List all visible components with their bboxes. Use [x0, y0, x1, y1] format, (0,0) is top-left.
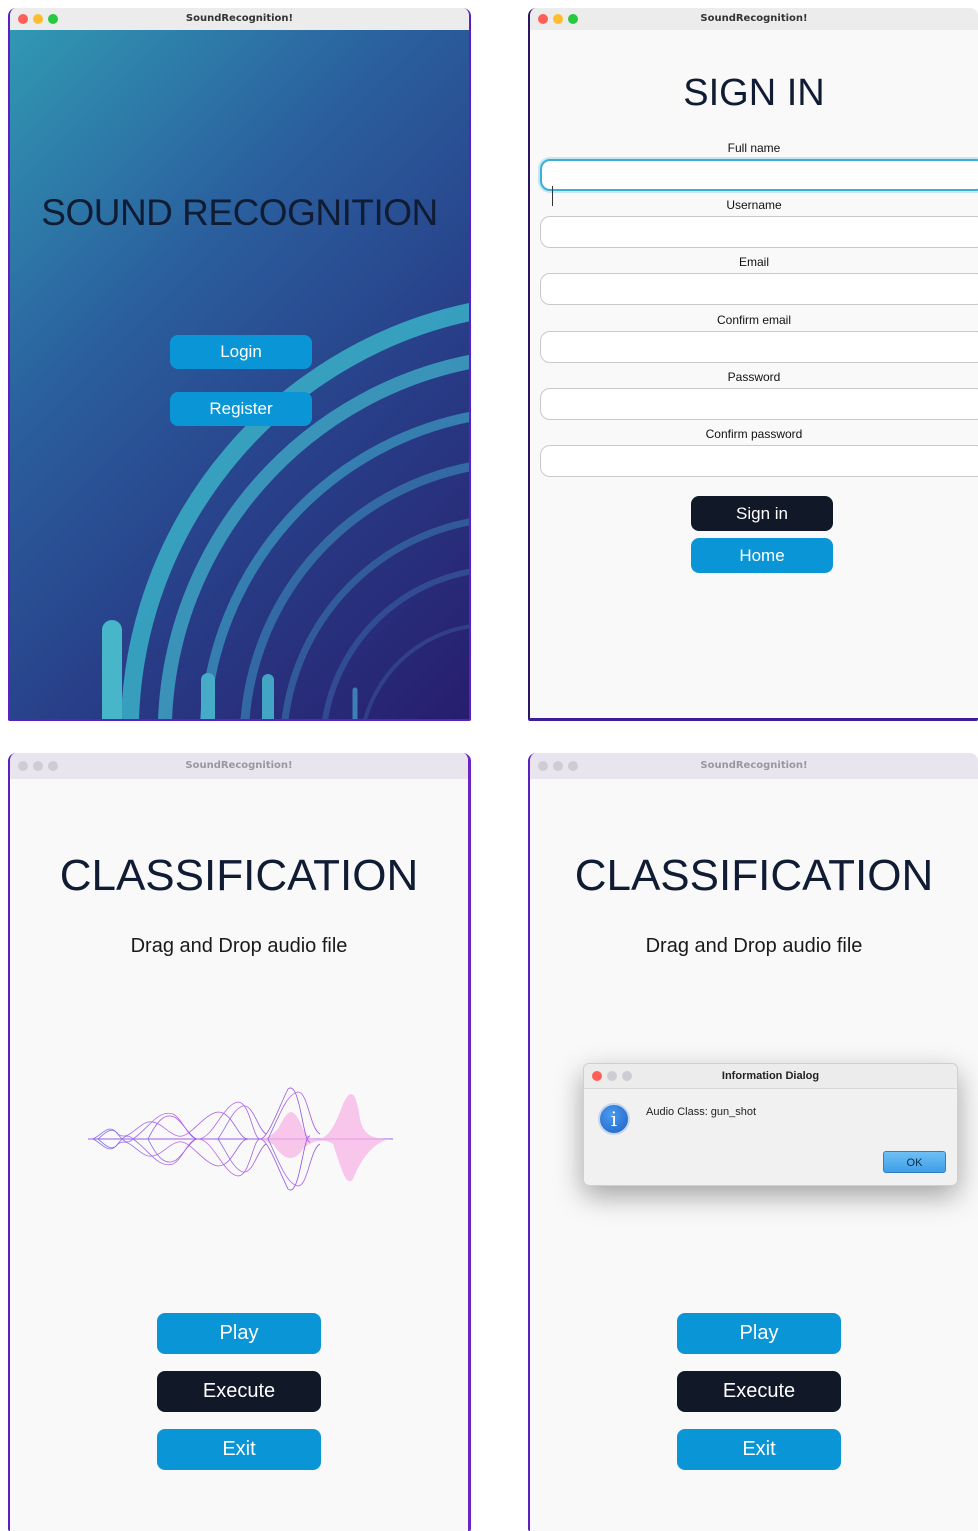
- drop-zone-label: Drag and Drop audio file: [130, 935, 348, 957]
- minimize-window-button[interactable]: [33, 761, 43, 771]
- window-controls: [538, 761, 583, 771]
- titlebar[interactable]: SoundRecognition!: [530, 8, 978, 31]
- email-field[interactable]: [540, 273, 978, 305]
- minimize-dialog-button: [607, 1071, 617, 1081]
- execute-button[interactable]: Execute: [677, 1371, 841, 1412]
- zoom-window-button[interactable]: [568, 14, 578, 24]
- password-label: Password: [727, 370, 781, 384]
- minimize-window-button[interactable]: [33, 14, 43, 24]
- minimize-window-button[interactable]: [553, 14, 563, 24]
- email-label: Email: [738, 255, 769, 269]
- dialog-titlebar[interactable]: Information Dialog: [584, 1064, 957, 1089]
- zoom-dialog-button: [622, 1071, 632, 1081]
- exit-button[interactable]: Exit: [677, 1429, 841, 1470]
- confirm-password-field[interactable]: [540, 445, 978, 477]
- welcome-content: SOUND RECOGNITION Login Register: [10, 30, 469, 719]
- classification-window: SoundRecognition! CLASSIFICATION Drag an…: [8, 753, 471, 1531]
- zoom-window-button[interactable]: [48, 14, 58, 24]
- window-title: SoundRecognition!: [700, 13, 808, 24]
- full-name-label: Full name: [727, 141, 781, 155]
- close-dialog-button[interactable]: [592, 1071, 602, 1081]
- window-title: SoundRecognition!: [700, 760, 808, 771]
- dialog-window-controls: [592, 1071, 637, 1081]
- window-controls: [538, 14, 583, 24]
- drop-zone-label: Drag and Drop audio file: [645, 935, 863, 957]
- zoom-window-button[interactable]: [568, 761, 578, 771]
- confirm-email-field[interactable]: [540, 331, 978, 363]
- execute-button[interactable]: Execute: [157, 1371, 321, 1412]
- close-window-button[interactable]: [18, 761, 28, 771]
- information-dialog: Information Dialog i Audio Class: gun_sh…: [583, 1063, 958, 1186]
- classification-content: CLASSIFICATION Drag and Drop audio file: [10, 779, 468, 1531]
- password-field[interactable]: [540, 388, 978, 420]
- page-title: CLASSIFICATION: [574, 851, 934, 900]
- confirm-email-label: Confirm email: [716, 313, 791, 327]
- page-title: CLASSIFICATION: [59, 851, 419, 900]
- window-controls: [18, 761, 63, 771]
- info-icon: i: [598, 1103, 630, 1135]
- close-window-button[interactable]: [538, 761, 548, 771]
- close-window-button[interactable]: [18, 14, 28, 24]
- signin-content: SIGN IN Full name Username Email Confirm…: [530, 30, 978, 718]
- username-field[interactable]: [540, 216, 978, 248]
- window-title: SoundRecognition!: [185, 760, 293, 771]
- play-button[interactable]: Play: [677, 1313, 841, 1354]
- titlebar[interactable]: SoundRecognition!: [10, 753, 468, 780]
- app-heading: SOUND RECOGNITION: [41, 192, 438, 233]
- welcome-window: SoundRecognition! SOUND RECOGNITION Logi…: [8, 8, 471, 721]
- sound-waves-background: [102, 303, 469, 719]
- username-label: Username: [726, 198, 782, 212]
- waveform-image: [88, 1087, 393, 1191]
- confirm-password-label: Confirm password: [705, 427, 803, 441]
- full-name-field[interactable]: [540, 159, 978, 191]
- play-button[interactable]: Play: [157, 1313, 321, 1354]
- dialog-title: Information Dialog: [721, 1070, 820, 1082]
- page-title: SIGN IN: [683, 72, 825, 114]
- dialog-message: Audio Class: gun_shot: [646, 1106, 757, 1118]
- home-button[interactable]: Home: [691, 538, 833, 573]
- minimize-window-button[interactable]: [553, 761, 563, 771]
- titlebar[interactable]: SoundRecognition!: [530, 753, 978, 780]
- window-title: SoundRecognition!: [185, 13, 294, 24]
- login-button[interactable]: Login: [170, 335, 312, 369]
- signin-window: SoundRecognition! SIGN IN Full name User…: [528, 8, 978, 721]
- close-window-button[interactable]: [538, 14, 548, 24]
- window-controls: [18, 14, 63, 24]
- register-button[interactable]: Register: [170, 392, 312, 426]
- zoom-window-button[interactable]: [48, 761, 58, 771]
- sign-in-button[interactable]: Sign in: [691, 496, 833, 531]
- titlebar[interactable]: SoundRecognition!: [10, 8, 469, 31]
- ok-button[interactable]: OK: [883, 1151, 946, 1173]
- exit-button[interactable]: Exit: [157, 1429, 321, 1470]
